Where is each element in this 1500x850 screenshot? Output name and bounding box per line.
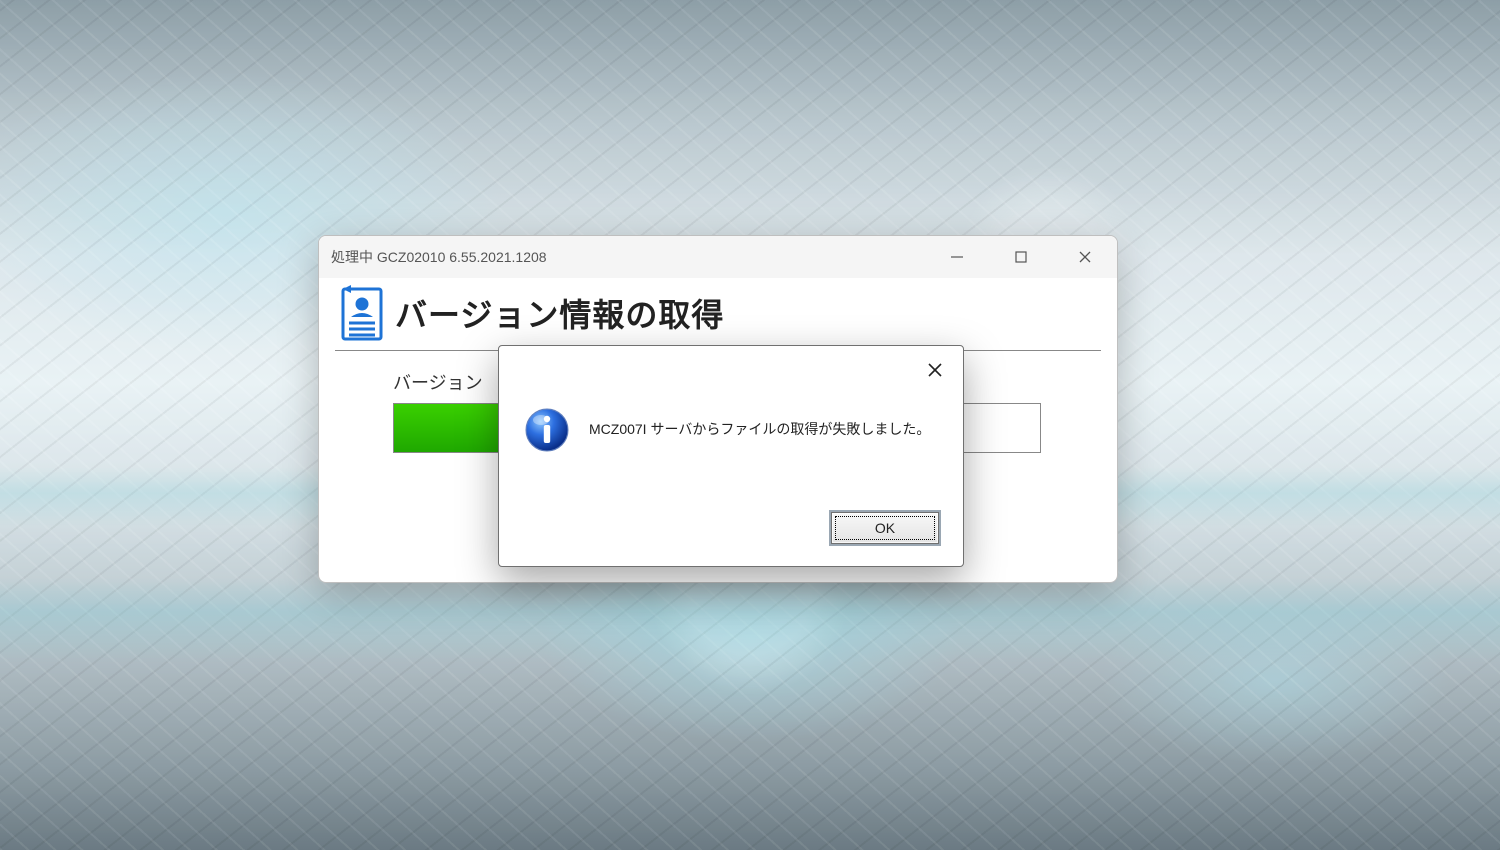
header-row: バージョン情報の取得 xyxy=(335,278,1101,351)
info-icon xyxy=(523,406,571,454)
close-button[interactable] xyxy=(1053,236,1117,278)
window-title: 処理中 GCZ02010 6.55.2021.1208 xyxy=(331,247,925,267)
maximize-icon xyxy=(1014,250,1028,264)
dialog-close-button[interactable] xyxy=(921,356,949,384)
dialog-content: MCZ007I サーバからファイルの取得が失敗しました。 xyxy=(499,386,963,512)
titlebar[interactable]: 処理中 GCZ02010 6.55.2021.1208 xyxy=(319,236,1117,278)
maximize-button[interactable] xyxy=(989,236,1053,278)
dialog-message: MCZ007I サーバからファイルの取得が失敗しました。 xyxy=(589,406,930,440)
minimize-icon xyxy=(950,250,964,264)
message-dialog: MCZ007I サーバからファイルの取得が失敗しました。 OK xyxy=(498,345,964,567)
window-controls xyxy=(925,236,1117,278)
dialog-titlebar[interactable] xyxy=(499,346,963,386)
close-icon xyxy=(1079,251,1091,263)
document-person-icon xyxy=(335,282,389,344)
minimize-button[interactable] xyxy=(925,236,989,278)
close-icon xyxy=(928,363,942,377)
page-heading: バージョン情報の取得 xyxy=(395,290,724,336)
dialog-button-row: OK xyxy=(499,512,963,566)
ok-button[interactable]: OK xyxy=(831,512,939,544)
progress-fill xyxy=(394,404,504,452)
